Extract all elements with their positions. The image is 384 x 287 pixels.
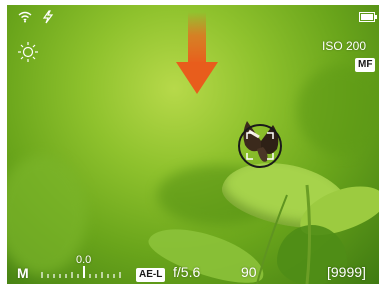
down-arrow-icon bbox=[176, 12, 218, 94]
shutter-value[interactable]: 90 bbox=[241, 265, 257, 279]
shooting-mode[interactable]: M bbox=[17, 266, 29, 280]
focus-reticle-icon[interactable] bbox=[237, 123, 283, 169]
sun-icon bbox=[18, 42, 38, 62]
focus-mode-badge[interactable]: MF bbox=[355, 58, 376, 72]
ae-lock-badge[interactable]: AE-L bbox=[136, 268, 166, 282]
shots-remaining: [9999] bbox=[327, 264, 366, 280]
exposure-meter bbox=[41, 266, 121, 278]
aperture-value[interactable]: f/5.6 bbox=[173, 265, 200, 279]
iso-value[interactable]: ISO 200 bbox=[322, 40, 366, 52]
battery-icon bbox=[359, 12, 377, 22]
wifi-icon bbox=[18, 11, 32, 23]
flash-icon bbox=[42, 10, 54, 24]
